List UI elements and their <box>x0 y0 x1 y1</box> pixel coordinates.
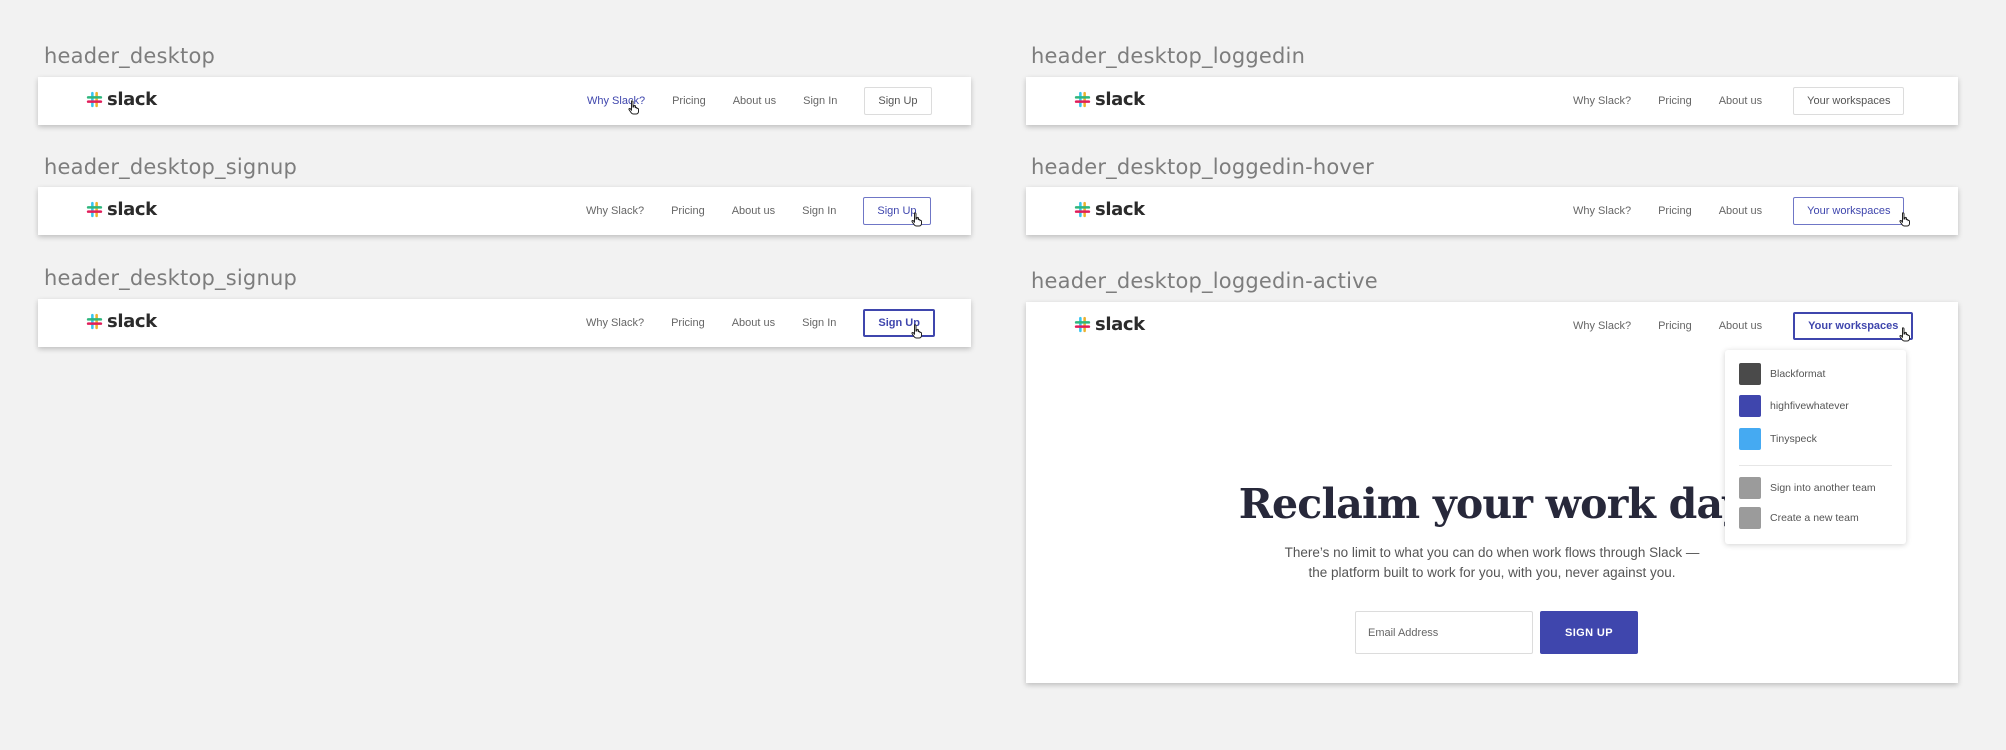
sign-into-another-team-item[interactable]: Sign into another team <box>1739 477 1876 499</box>
nav-why-slack[interactable]: Why Slack? <box>1573 205 1631 217</box>
slack-logo[interactable]: slack <box>86 199 157 220</box>
hero-sign-up-button[interactable]: SIGN UP <box>1540 611 1638 654</box>
workspace-avatar <box>1739 428 1761 450</box>
slack-logo[interactable]: slack <box>86 311 157 332</box>
artboard-label: header_desktop <box>44 44 216 68</box>
slack-hash-logo-icon <box>1074 201 1091 218</box>
nav-sign-in[interactable]: Sign In <box>802 205 836 217</box>
slack-logo[interactable]: slack <box>86 89 157 110</box>
artboard-label: header_desktop_loggedin-active <box>1031 269 1378 293</box>
slack-logo[interactable]: slack <box>1074 199 1145 220</box>
header-desktop-signup-frame: slack Why Slack? Pricing About us Sign I… <box>38 187 971 235</box>
main-nav: Why Slack? Pricing About us Your workspa… <box>1573 187 1905 235</box>
artboard-label: header_desktop_signup <box>44 155 298 179</box>
workspaces-dropdown: Blackformat highfivewhatever Tinyspeck S… <box>1725 350 1906 544</box>
hero-subtitle-line-2: the platform built to work for you, with… <box>1308 565 1676 580</box>
workspace-name: highfivewhatever <box>1770 400 1849 412</box>
slack-logo[interactable]: slack <box>1074 314 1145 335</box>
workspace-name: Blackformat <box>1770 368 1826 380</box>
nav-why-slack[interactable]: Why Slack? <box>587 95 645 107</box>
slack-hash-logo-icon <box>86 91 103 108</box>
slack-wordmark: slack <box>107 89 157 110</box>
nav-why-slack[interactable]: Why Slack? <box>586 317 644 329</box>
artboard-label: header_desktop_loggedin-hover <box>1031 155 1374 179</box>
sign-up-button[interactable]: Sign Up <box>863 197 931 225</box>
nav-pricing[interactable]: Pricing <box>671 317 705 329</box>
your-workspaces-button[interactable]: Your workspaces <box>1793 312 1914 340</box>
nav-about-us[interactable]: About us <box>1719 320 1762 332</box>
slack-hash-logo-icon <box>86 201 103 218</box>
workspace-item-tinyspeck[interactable]: Tinyspeck <box>1739 428 1817 450</box>
sign-up-button[interactable]: Sign Up <box>863 309 935 337</box>
workspace-avatar <box>1739 363 1761 385</box>
header-desktop-frame: slack Why Slack? Pricing About us Sign I… <box>38 77 971 125</box>
hero-subtitle-line-1: There’s no limit to what you can do when… <box>1284 545 1700 560</box>
header-loggedin-hover-frame: slack Why Slack? Pricing About us Your w… <box>1026 187 1958 235</box>
slack-hash-logo-icon <box>86 313 103 330</box>
main-nav: Why Slack? Pricing About us Sign In Sign… <box>586 187 931 235</box>
workspace-item-highfivewhatever[interactable]: highfivewhatever <box>1739 395 1849 417</box>
slack-hash-logo-icon <box>1074 316 1091 333</box>
nav-why-slack[interactable]: Why Slack? <box>586 205 644 217</box>
nav-why-slack[interactable]: Why Slack? <box>1573 320 1631 332</box>
dropdown-divider <box>1739 465 1892 466</box>
action-label: Create a new team <box>1770 512 1859 524</box>
action-label: Sign into another team <box>1770 482 1876 494</box>
main-nav: Why Slack? Pricing About us Your workspa… <box>1573 302 1914 350</box>
artboard-label: header_desktop_signup <box>44 266 298 290</box>
nav-about-us[interactable]: About us <box>732 205 775 217</box>
slack-wordmark: slack <box>1095 89 1145 110</box>
nav-pricing[interactable]: Pricing <box>1658 205 1692 217</box>
nav-why-slack[interactable]: Why Slack? <box>1573 95 1631 107</box>
slack-wordmark: slack <box>107 311 157 332</box>
your-workspaces-button[interactable]: Your workspaces <box>1793 197 1905 225</box>
artboard-label: header_desktop_loggedin <box>1031 44 1306 68</box>
nav-about-us[interactable]: About us <box>732 317 775 329</box>
nav-about-us[interactable]: About us <box>1719 205 1762 217</box>
nav-pricing[interactable]: Pricing <box>672 95 706 107</box>
nav-sign-in[interactable]: Sign In <box>803 95 837 107</box>
nav-pricing[interactable]: Pricing <box>671 205 705 217</box>
team-placeholder-icon <box>1739 507 1761 529</box>
header-desktop-signup-active-frame: slack Why Slack? Pricing About us Sign I… <box>38 299 971 347</box>
slack-wordmark: slack <box>1095 314 1145 335</box>
workspace-name: Tinyspeck <box>1770 433 1817 445</box>
main-nav: Why Slack? Pricing About us Sign In Sign… <box>586 299 935 347</box>
main-nav: Why Slack? Pricing About us Sign In Sign… <box>587 77 932 125</box>
workspace-avatar <box>1739 395 1761 417</box>
slack-hash-logo-icon <box>1074 91 1091 108</box>
nav-about-us[interactable]: About us <box>733 95 776 107</box>
main-nav: Why Slack? Pricing About us Your workspa… <box>1573 77 1905 125</box>
sign-up-button[interactable]: Sign Up <box>864 87 932 115</box>
team-placeholder-icon <box>1739 477 1761 499</box>
slack-wordmark: slack <box>1095 199 1145 220</box>
loggedin-active-page-frame: slack Why Slack? Pricing About us Your w… <box>1026 302 1958 683</box>
your-workspaces-button[interactable]: Your workspaces <box>1793 87 1905 115</box>
nav-sign-in[interactable]: Sign In <box>802 317 836 329</box>
header-loggedin-frame: slack Why Slack? Pricing About us Your w… <box>1026 77 1958 125</box>
slack-logo[interactable]: slack <box>1074 89 1145 110</box>
nav-about-us[interactable]: About us <box>1719 95 1762 107</box>
create-new-team-item[interactable]: Create a new team <box>1739 507 1859 529</box>
slack-wordmark: slack <box>107 199 157 220</box>
nav-pricing[interactable]: Pricing <box>1658 320 1692 332</box>
workspace-item-blackformat[interactable]: Blackformat <box>1739 363 1825 385</box>
email-address-input[interactable] <box>1355 611 1533 654</box>
nav-pricing[interactable]: Pricing <box>1658 95 1692 107</box>
